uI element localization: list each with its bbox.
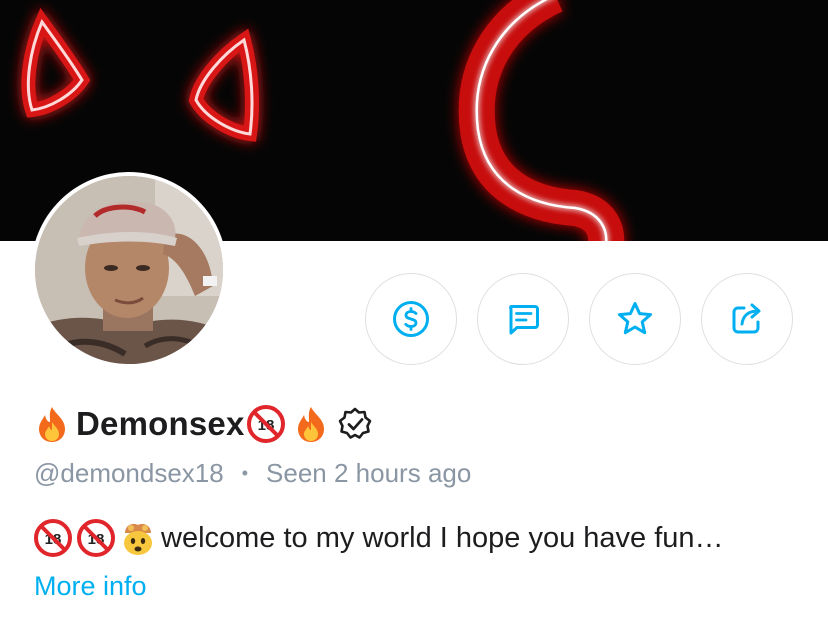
display-name: Demonsex	[76, 405, 245, 442]
no-under-18-icon: 18	[77, 519, 115, 557]
tip-button[interactable]	[365, 273, 457, 365]
profile-name-row: Demonsex 18	[34, 400, 373, 448]
separator-dot: •	[241, 462, 249, 483]
dollar-icon	[393, 301, 429, 337]
avatar-photo	[35, 176, 223, 364]
verified-badge-icon	[337, 406, 373, 442]
exploding-head-icon	[119, 519, 157, 557]
message-icon	[509, 305, 539, 335]
bio-text: welcome to my world I hope you have fun…	[161, 521, 724, 554]
avatar[interactable]	[31, 172, 227, 368]
no-under-18-icon: 18	[246, 405, 285, 443]
no-under-18-icon: 18	[34, 519, 72, 557]
share-icon	[732, 303, 761, 334]
profile-page: Demonsex 18 @demondsex18 • Seen 2 hours …	[0, 0, 828, 629]
star-icon	[618, 302, 652, 335]
message-button[interactable]	[477, 273, 569, 365]
username-handle: @demondsex18	[34, 457, 224, 488]
fire-icon	[293, 405, 329, 443]
last-seen-status: Seen 2 hours ago	[266, 457, 472, 488]
profile-meta-row: @demondsex18 • Seen 2 hours ago	[34, 454, 471, 492]
fire-icon	[34, 405, 70, 443]
more-info-link[interactable]: More info	[34, 571, 147, 602]
share-button[interactable]	[701, 273, 793, 365]
favorite-button[interactable]	[589, 273, 681, 365]
profile-bio: 18 18 welcome to my world I hope you h	[34, 514, 814, 562]
